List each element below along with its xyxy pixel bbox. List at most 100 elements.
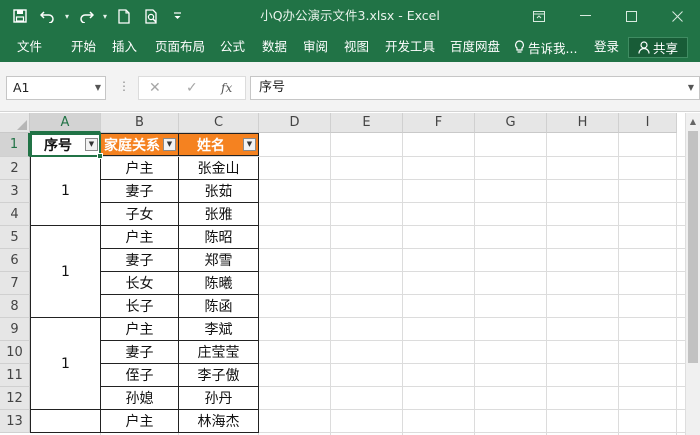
- sequence-merged-cell[interactable]: 1: [30, 157, 101, 226]
- redo-dropdown-icon[interactable]: ▾: [100, 0, 110, 32]
- tab-developer[interactable]: 开发工具: [385, 32, 435, 62]
- quick-access-toolbar: ▾ ▾: [6, 0, 188, 32]
- undo-dropdown-icon[interactable]: ▾: [62, 0, 72, 32]
- relation-cell[interactable]: 侄子: [101, 364, 179, 387]
- formula-content: 序号: [259, 80, 286, 95]
- table-header-cell[interactable]: 姓名 ▼: [179, 133, 259, 156]
- relation-cell[interactable]: 长子: [101, 295, 179, 318]
- relation-cell[interactable]: 妻子: [101, 341, 179, 364]
- name-cell[interactable]: 陈函: [179, 295, 259, 318]
- column-header-a[interactable]: A: [30, 113, 101, 133]
- tab-review[interactable]: 审阅: [303, 32, 328, 62]
- login-link[interactable]: 登录: [594, 32, 619, 62]
- column-header-b[interactable]: B: [101, 113, 179, 133]
- tab-formulas[interactable]: 公式: [220, 32, 245, 62]
- row-header-3[interactable]: 3: [0, 180, 30, 203]
- formula-input[interactable]: 序号 ▼: [250, 76, 700, 100]
- relation-cell[interactable]: 户主: [101, 226, 179, 249]
- share-button[interactable]: 共享: [628, 37, 688, 58]
- name-cell[interactable]: 陈昭: [179, 226, 259, 249]
- expand-formula-icon[interactable]: ▼: [688, 77, 694, 99]
- row-header-10[interactable]: 10: [0, 341, 30, 364]
- row-header-7[interactable]: 7: [0, 272, 30, 295]
- row-header-12[interactable]: 12: [0, 387, 30, 410]
- relation-cell[interactable]: 户主: [101, 318, 179, 341]
- name-cell[interactable]: 张雅: [179, 203, 259, 226]
- lightbulb-icon: [515, 40, 524, 53]
- column-header-f[interactable]: F: [403, 113, 475, 133]
- tab-insert[interactable]: 插入: [112, 32, 137, 62]
- scrollbar-thumb[interactable]: [688, 131, 698, 363]
- worksheet-grid[interactable]: A B C D E F G H I 1 2 3 4 5 6 7 8 9 10 11 12 13 序号 ▼ 家庭关系 ▼ 姓名 ▼ 户主张…: [0, 113, 685, 435]
- minimize-icon[interactable]: [562, 0, 608, 32]
- enter-icon[interactable]: ✓: [186, 77, 198, 99]
- person-icon: [638, 41, 650, 54]
- name-box[interactable]: A1 ▼: [6, 76, 106, 100]
- sequence-merged-cell[interactable]: 1: [30, 226, 101, 318]
- name-box-value: A1: [13, 80, 30, 95]
- ribbon-display-icon[interactable]: [516, 0, 562, 32]
- new-file-icon[interactable]: [110, 0, 138, 32]
- save-icon[interactable]: [6, 0, 34, 32]
- undo-icon[interactable]: [34, 0, 62, 32]
- relation-cell[interactable]: 户主: [101, 157, 179, 180]
- column-header-e[interactable]: E: [331, 113, 403, 133]
- tab-page-layout[interactable]: 页面布局: [155, 32, 205, 62]
- insert-function-icon[interactable]: fx: [221, 77, 232, 99]
- name-cell[interactable]: 李斌: [179, 318, 259, 341]
- relation-cell[interactable]: 妻子: [101, 249, 179, 272]
- chevron-down-icon[interactable]: ▼: [95, 77, 101, 99]
- table-header-cell[interactable]: 家庭关系 ▼: [101, 133, 179, 156]
- row-header-9[interactable]: 9: [0, 318, 30, 341]
- formula-bar-grip-icon[interactable]: ⋮: [118, 79, 130, 93]
- print-preview-icon[interactable]: [138, 0, 166, 32]
- tab-baidu-netdisk[interactable]: 百度网盘: [450, 32, 500, 62]
- tab-view[interactable]: 视图: [344, 32, 369, 62]
- close-icon[interactable]: [654, 0, 700, 32]
- sequence-merged-cell[interactable]: 1: [30, 318, 101, 410]
- name-cell[interactable]: 林海杰: [179, 410, 259, 433]
- column-header-c[interactable]: C: [179, 113, 259, 133]
- name-cell[interactable]: 张茹: [179, 180, 259, 203]
- column-header-d[interactable]: D: [259, 113, 331, 133]
- tab-data[interactable]: 数据: [262, 32, 287, 62]
- column-header-i[interactable]: I: [619, 113, 677, 133]
- tell-me-box[interactable]: 告诉我...: [514, 32, 577, 62]
- name-cell[interactable]: 郑雪: [179, 249, 259, 272]
- tab-file[interactable]: 文件: [17, 32, 42, 62]
- sequence-merged-cell[interactable]: [30, 410, 101, 433]
- tell-me-label: 告诉我...: [528, 40, 578, 56]
- row-header-11[interactable]: 11: [0, 364, 30, 387]
- filter-dropdown-icon[interactable]: ▼: [163, 138, 176, 151]
- scroll-up-icon[interactable]: ▲: [686, 115, 700, 129]
- relation-cell[interactable]: 子女: [101, 203, 179, 226]
- column-header-h[interactable]: H: [547, 113, 619, 133]
- name-cell[interactable]: 李子傲: [179, 364, 259, 387]
- name-cell[interactable]: 庄莹莹: [179, 341, 259, 364]
- redo-icon[interactable]: [72, 0, 100, 32]
- name-cell[interactable]: 陈曦: [179, 272, 259, 295]
- vertical-scrollbar[interactable]: ▲: [685, 113, 700, 435]
- select-all-corner[interactable]: [0, 113, 30, 133]
- row-header-1[interactable]: 1: [0, 133, 30, 157]
- name-cell[interactable]: 孙丹: [179, 387, 259, 410]
- relation-cell[interactable]: 妻子: [101, 180, 179, 203]
- cancel-icon[interactable]: ✕: [149, 77, 161, 99]
- row-header-4[interactable]: 4: [0, 203, 30, 226]
- table-header-cell[interactable]: 序号 ▼: [30, 133, 101, 156]
- customize-qat-icon[interactable]: [166, 0, 188, 32]
- tab-home[interactable]: 开始: [71, 32, 96, 62]
- relation-cell[interactable]: 长女: [101, 272, 179, 295]
- row-header-2[interactable]: 2: [0, 157, 30, 180]
- relation-cell[interactable]: 户主: [101, 410, 179, 433]
- column-header-g[interactable]: G: [475, 113, 547, 133]
- name-cell[interactable]: 张金山: [179, 157, 259, 180]
- maximize-icon[interactable]: [608, 0, 654, 32]
- row-header-6[interactable]: 6: [0, 249, 30, 272]
- row-header-8[interactable]: 8: [0, 295, 30, 318]
- row-header-5[interactable]: 5: [0, 226, 30, 249]
- relation-cell[interactable]: 孙媳: [101, 387, 179, 410]
- filter-dropdown-icon[interactable]: ▼: [85, 138, 98, 151]
- filter-dropdown-icon[interactable]: ▼: [243, 138, 256, 151]
- row-header-13[interactable]: 13: [0, 410, 30, 433]
